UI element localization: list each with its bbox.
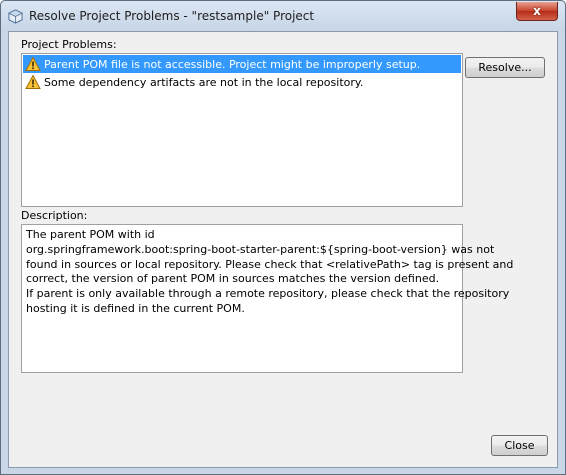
netbeans-cube-icon: [8, 9, 23, 24]
description-line: If parent is only available through a re…: [26, 287, 510, 301]
warning-icon: [25, 74, 41, 89]
dialog-content: Project Problems: Parent POM file is not…: [8, 31, 558, 468]
description-line: hosting it is defined in the current POM…: [26, 301, 245, 315]
close-icon: x: [533, 4, 541, 18]
problem-text: Some dependency artifacts are not in the…: [44, 75, 364, 89]
problem-item-dependencies[interactable]: Some dependency artifacts are not in the…: [23, 73, 461, 91]
dialog-window: Resolve Project Problems - "restsample" …: [0, 0, 566, 475]
problem-text: Parent POM file is not accessible. Proje…: [44, 57, 421, 71]
resolve-button[interactable]: Resolve...: [465, 57, 545, 78]
project-problems-label: Project Problems:: [21, 38, 117, 51]
description-line: correct, the version of parent POM in so…: [26, 272, 440, 286]
description-line: The parent POM with id: [26, 228, 155, 241]
close-button[interactable]: Close: [491, 435, 548, 456]
description-label: Description:: [21, 209, 88, 222]
description-text-area[interactable]: The parent POM with id org.springframewo…: [21, 224, 514, 373]
window-close-button[interactable]: x: [516, 2, 558, 21]
title-bar[interactable]: Resolve Project Problems - "restsample" …: [1, 1, 565, 31]
description-line: found in sources or local repository. Pl…: [26, 257, 514, 271]
problem-item-parent-pom[interactable]: Parent POM file is not accessible. Proje…: [23, 55, 461, 73]
window-title: Resolve Project Problems - "restsample" …: [29, 9, 315, 23]
warning-icon: [25, 56, 41, 71]
description-line: org.springframework.boot:spring-boot-sta…: [26, 242, 495, 256]
project-problems-list[interactable]: Parent POM file is not accessible. Proje…: [21, 53, 463, 207]
